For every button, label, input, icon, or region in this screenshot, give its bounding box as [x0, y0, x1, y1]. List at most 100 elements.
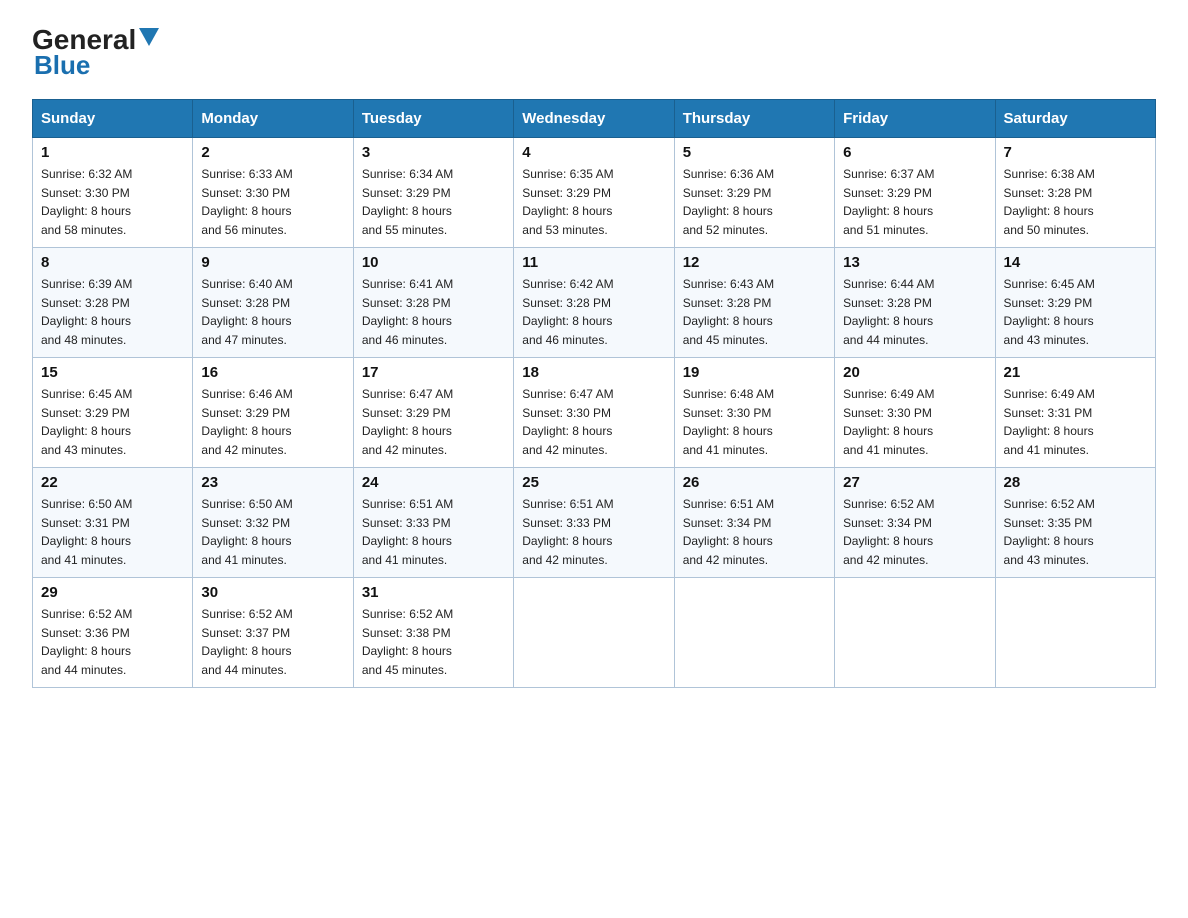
- calendar-cell: 14 Sunrise: 6:45 AMSunset: 3:29 PMDayligh…: [995, 248, 1155, 358]
- logo: General Blue: [32, 24, 159, 81]
- header-monday: Monday: [193, 100, 353, 138]
- calendar-cell: 15 Sunrise: 6:45 AMSunset: 3:29 PMDayligh…: [33, 358, 193, 468]
- day-number: 3: [362, 144, 505, 161]
- day-info: Sunrise: 6:47 AMSunset: 3:29 PMDaylight:…: [362, 385, 505, 459]
- calendar-week-row: 1 Sunrise: 6:32 AMSunset: 3:30 PMDaylight…: [33, 138, 1156, 248]
- day-info: Sunrise: 6:35 AMSunset: 3:29 PMDaylight:…: [522, 165, 665, 239]
- header-wednesday: Wednesday: [514, 100, 674, 138]
- day-number: 31: [362, 584, 505, 601]
- calendar-cell: 16 Sunrise: 6:46 AMSunset: 3:29 PMDayligh…: [193, 358, 353, 468]
- day-number: 25: [522, 474, 665, 491]
- calendar-cell: 17 Sunrise: 6:47 AMSunset: 3:29 PMDayligh…: [353, 358, 513, 468]
- day-info: Sunrise: 6:37 AMSunset: 3:29 PMDaylight:…: [843, 165, 986, 239]
- calendar-cell: 7Sunrise: 6:38 AMSunset: 3:28 PMDaylight…: [995, 138, 1155, 248]
- calendar-cell: 8Sunrise: 6:39 AMSunset: 3:28 PMDaylight…: [33, 248, 193, 358]
- calendar-cell: 22 Sunrise: 6:50 AMSunset: 3:31 PMDayligh…: [33, 468, 193, 578]
- day-info: Sunrise: 6:52 AMSunset: 3:34 PMDaylight:…: [843, 495, 986, 569]
- calendar-cell: 2 Sunrise: 6:33 AMSunset: 3:30 PMDaylight…: [193, 138, 353, 248]
- day-info: Sunrise: 6:45 AMSunset: 3:29 PMDaylight:…: [41, 385, 184, 459]
- calendar-cell: 28 Sunrise: 6:52 AMSunset: 3:35 PMDayligh…: [995, 468, 1155, 578]
- header-tuesday: Tuesday: [353, 100, 513, 138]
- day-number: 15: [41, 364, 184, 381]
- day-info: Sunrise: 6:48 AMSunset: 3:30 PMDaylight:…: [683, 385, 826, 459]
- day-number: 11: [522, 254, 665, 271]
- day-number: 1: [41, 144, 184, 161]
- calendar-cell: 10 Sunrise: 6:41 AMSunset: 3:28 PMDayligh…: [353, 248, 513, 358]
- day-number: 10: [362, 254, 505, 271]
- calendar-header-row: SundayMondayTuesdayWednesdayThursdayFrid…: [33, 100, 1156, 138]
- day-number: 26: [683, 474, 826, 491]
- day-number: 2: [201, 144, 344, 161]
- day-number: 29: [41, 584, 184, 601]
- day-info: Sunrise: 6:33 AMSunset: 3:30 PMDaylight:…: [201, 165, 344, 239]
- header-friday: Friday: [835, 100, 995, 138]
- calendar-cell: 27 Sunrise: 6:52 AMSunset: 3:34 PMDayligh…: [835, 468, 995, 578]
- calendar-week-row: 15 Sunrise: 6:45 AMSunset: 3:29 PMDayligh…: [33, 358, 1156, 468]
- header-saturday: Saturday: [995, 100, 1155, 138]
- calendar-cell: [835, 578, 995, 688]
- calendar-cell: 12Sunrise: 6:43 AMSunset: 3:28 PMDayligh…: [674, 248, 834, 358]
- page-header: General Blue: [32, 24, 1156, 81]
- calendar-cell: 20Sunrise: 6:49 AMSunset: 3:30 PMDayligh…: [835, 358, 995, 468]
- calendar-cell: 3 Sunrise: 6:34 AMSunset: 3:29 PMDaylight…: [353, 138, 513, 248]
- header-thursday: Thursday: [674, 100, 834, 138]
- day-number: 23: [201, 474, 344, 491]
- day-info: Sunrise: 6:52 AMSunset: 3:37 PMDaylight:…: [201, 605, 344, 679]
- day-number: 18: [522, 364, 665, 381]
- day-info: Sunrise: 6:41 AMSunset: 3:28 PMDaylight:…: [362, 275, 505, 349]
- calendar-cell: [674, 578, 834, 688]
- day-number: 6: [843, 144, 986, 161]
- calendar-cell: 29 Sunrise: 6:52 AMSunset: 3:36 PMDayligh…: [33, 578, 193, 688]
- day-info: Sunrise: 6:47 AMSunset: 3:30 PMDaylight:…: [522, 385, 665, 459]
- day-info: Sunrise: 6:52 AMSunset: 3:38 PMDaylight:…: [362, 605, 505, 679]
- day-number: 24: [362, 474, 505, 491]
- calendar-cell: 9 Sunrise: 6:40 AMSunset: 3:28 PMDaylight…: [193, 248, 353, 358]
- day-info: Sunrise: 6:43 AMSunset: 3:28 PMDaylight:…: [683, 275, 826, 349]
- calendar-cell: 25 Sunrise: 6:51 AMSunset: 3:33 PMDayligh…: [514, 468, 674, 578]
- day-info: Sunrise: 6:51 AMSunset: 3:33 PMDaylight:…: [362, 495, 505, 569]
- day-info: Sunrise: 6:34 AMSunset: 3:29 PMDaylight:…: [362, 165, 505, 239]
- day-number: 16: [201, 364, 344, 381]
- day-number: 21: [1004, 364, 1147, 381]
- calendar-cell: 5 Sunrise: 6:36 AMSunset: 3:29 PMDaylight…: [674, 138, 834, 248]
- calendar-week-row: 22 Sunrise: 6:50 AMSunset: 3:31 PMDayligh…: [33, 468, 1156, 578]
- calendar-cell: 21 Sunrise: 6:49 AMSunset: 3:31 PMDayligh…: [995, 358, 1155, 468]
- day-info: Sunrise: 6:49 AMSunset: 3:31 PMDaylight:…: [1004, 385, 1147, 459]
- day-number: 5: [683, 144, 826, 161]
- day-info: Sunrise: 6:49 AMSunset: 3:30 PMDaylight:…: [843, 385, 986, 459]
- calendar-table: SundayMondayTuesdayWednesdayThursdayFrid…: [32, 99, 1156, 688]
- day-number: 9: [201, 254, 344, 271]
- calendar-cell: 1 Sunrise: 6:32 AMSunset: 3:30 PMDaylight…: [33, 138, 193, 248]
- day-number: 30: [201, 584, 344, 601]
- calendar-cell: [514, 578, 674, 688]
- day-number: 28: [1004, 474, 1147, 491]
- day-number: 22: [41, 474, 184, 491]
- calendar-cell: 31 Sunrise: 6:52 AMSunset: 3:38 PMDayligh…: [353, 578, 513, 688]
- calendar-cell: 13 Sunrise: 6:44 AMSunset: 3:28 PMDayligh…: [835, 248, 995, 358]
- calendar-week-row: 29 Sunrise: 6:52 AMSunset: 3:36 PMDayligh…: [33, 578, 1156, 688]
- day-info: Sunrise: 6:45 AMSunset: 3:29 PMDaylight:…: [1004, 275, 1147, 349]
- day-number: 14: [1004, 254, 1147, 271]
- day-info: Sunrise: 6:32 AMSunset: 3:30 PMDaylight:…: [41, 165, 184, 239]
- day-number: 8: [41, 254, 184, 271]
- day-number: 17: [362, 364, 505, 381]
- day-info: Sunrise: 6:36 AMSunset: 3:29 PMDaylight:…: [683, 165, 826, 239]
- logo-blue-text: Blue: [34, 50, 90, 81]
- day-info: Sunrise: 6:44 AMSunset: 3:28 PMDaylight:…: [843, 275, 986, 349]
- day-number: 27: [843, 474, 986, 491]
- calendar-cell: 6 Sunrise: 6:37 AMSunset: 3:29 PMDaylight…: [835, 138, 995, 248]
- day-info: Sunrise: 6:51 AMSunset: 3:33 PMDaylight:…: [522, 495, 665, 569]
- day-info: Sunrise: 6:46 AMSunset: 3:29 PMDaylight:…: [201, 385, 344, 459]
- day-info: Sunrise: 6:51 AMSunset: 3:34 PMDaylight:…: [683, 495, 826, 569]
- day-info: Sunrise: 6:52 AMSunset: 3:36 PMDaylight:…: [41, 605, 184, 679]
- day-info: Sunrise: 6:52 AMSunset: 3:35 PMDaylight:…: [1004, 495, 1147, 569]
- calendar-cell: 30 Sunrise: 6:52 AMSunset: 3:37 PMDayligh…: [193, 578, 353, 688]
- calendar-cell: 18 Sunrise: 6:47 AMSunset: 3:30 PMDayligh…: [514, 358, 674, 468]
- day-info: Sunrise: 6:50 AMSunset: 3:31 PMDaylight:…: [41, 495, 184, 569]
- calendar-cell: 11Sunrise: 6:42 AMSunset: 3:28 PMDayligh…: [514, 248, 674, 358]
- calendar-cell: 26 Sunrise: 6:51 AMSunset: 3:34 PMDayligh…: [674, 468, 834, 578]
- day-info: Sunrise: 6:40 AMSunset: 3:28 PMDaylight:…: [201, 275, 344, 349]
- calendar-week-row: 8Sunrise: 6:39 AMSunset: 3:28 PMDaylight…: [33, 248, 1156, 358]
- day-number: 13: [843, 254, 986, 271]
- day-info: Sunrise: 6:50 AMSunset: 3:32 PMDaylight:…: [201, 495, 344, 569]
